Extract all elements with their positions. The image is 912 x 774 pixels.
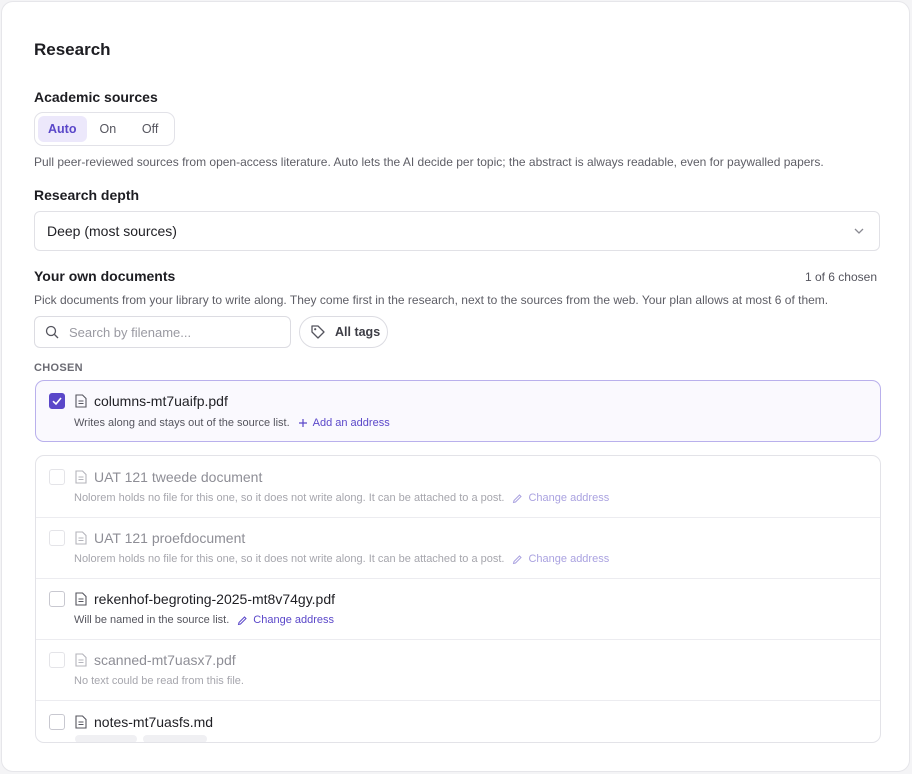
document-name: UAT 121 tweede document xyxy=(94,469,263,485)
file-icon xyxy=(75,394,87,408)
option-off[interactable]: Off xyxy=(129,116,171,142)
academic-sources-help: Pull peer-reviewed sources from open-acc… xyxy=(34,155,824,169)
search-box xyxy=(34,316,291,348)
document-checkbox xyxy=(49,469,65,485)
research-depth-label: Research depth xyxy=(34,187,140,203)
file-icon xyxy=(75,470,87,484)
research-depth-select[interactable]: Deep (most sources) xyxy=(34,211,880,251)
chevron-down-icon xyxy=(854,228,864,234)
search-input[interactable] xyxy=(69,324,269,340)
all-tags-label: All tags xyxy=(335,325,381,339)
change-address-label: Change address xyxy=(253,614,335,626)
document-name: scanned-mt7uasx7.pdf xyxy=(94,652,236,668)
document-list: UAT 121 tweede document Nolorem holds no… xyxy=(35,455,881,743)
chosen-document: columns-mt7uaifp.pdf Writes along and st… xyxy=(35,380,881,442)
own-documents-help: Pick documents from your library to writ… xyxy=(34,293,829,307)
document-name: UAT 121 proefdocument xyxy=(94,530,246,546)
file-icon xyxy=(75,653,87,667)
document-checkbox[interactable] xyxy=(49,714,65,730)
list-item[interactable]: UAT 121 proefdocument Nolorem holds no f… xyxy=(36,517,880,579)
change-address-label: Change address xyxy=(528,553,610,565)
option-on[interactable]: On xyxy=(89,116,128,142)
document-note: Writes along and stays out of the source… xyxy=(74,417,390,429)
document-note: No text could be read from this file. xyxy=(74,675,244,687)
document-checkbox xyxy=(49,652,65,668)
tag-icon xyxy=(311,325,325,339)
list-item[interactable]: scanned-mt7uasx7.pdf No text could be re… xyxy=(36,639,880,701)
tag-placeholder xyxy=(75,735,137,742)
chosen-heading: CHOSEN xyxy=(34,362,83,374)
document-note: Will be named in the source list. Change… xyxy=(74,614,334,626)
document-note-text: Nolorem holds no file for this one, so i… xyxy=(74,492,505,504)
academic-sources-label: Academic sources xyxy=(34,89,158,105)
file-icon xyxy=(75,531,87,545)
document-checkbox xyxy=(49,530,65,546)
change-address-link[interactable]: Change address xyxy=(237,614,334,626)
change-address-link[interactable]: Change address xyxy=(512,553,609,565)
pencil-icon xyxy=(513,493,523,503)
add-address-link[interactable]: Add an address xyxy=(298,417,390,429)
list-item[interactable]: UAT 121 tweede document Nolorem holds no… xyxy=(36,456,880,518)
pencil-icon xyxy=(238,615,248,625)
document-checkbox[interactable] xyxy=(49,591,65,607)
research-settings-card: Research Academic sources Auto On Off Pu… xyxy=(1,1,910,772)
change-address-label: Change address xyxy=(528,492,610,504)
list-item[interactable]: rekenhof-begroting-2025-mt8v74gy.pdf Wil… xyxy=(36,578,880,640)
add-address-label: Add an address xyxy=(312,417,390,429)
chosen-count: 1 of 6 chosen xyxy=(804,270,877,284)
document-name: rekenhof-begroting-2025-mt8v74gy.pdf xyxy=(94,591,336,607)
plus-icon xyxy=(298,419,307,427)
document-note-text: Nolorem holds no file for this one, so i… xyxy=(74,553,505,565)
list-item[interactable]: notes-mt7uasfs.md xyxy=(36,701,880,742)
file-icon xyxy=(75,592,87,606)
document-checkbox[interactable] xyxy=(49,393,65,409)
option-auto[interactable]: Auto xyxy=(38,116,87,142)
document-note: Nolorem holds no file for this one, so i… xyxy=(74,553,609,565)
tag-placeholder xyxy=(143,735,207,742)
all-tags-button[interactable]: All tags xyxy=(299,316,388,348)
document-note-text: No text could be read from this file. xyxy=(74,675,244,687)
pencil-icon xyxy=(513,554,523,564)
research-depth-value: Deep (most sources) xyxy=(47,223,177,239)
document-name: notes-mt7uasfs.md xyxy=(94,714,214,730)
check-icon xyxy=(52,397,62,406)
page-title: Research xyxy=(34,40,111,59)
document-note-text: Will be named in the source list. xyxy=(74,614,230,626)
document-note-text: Writes along and stays out of the source… xyxy=(74,417,290,429)
change-address-link[interactable]: Change address xyxy=(512,492,609,504)
file-icon xyxy=(75,715,87,729)
search-icon xyxy=(45,325,59,339)
document-note: Nolorem holds no file for this one, so i… xyxy=(74,492,609,504)
own-documents-label: Your own documents xyxy=(34,268,176,284)
academic-sources-toggle: Auto On Off xyxy=(34,112,175,146)
document-name: columns-mt7uaifp.pdf xyxy=(94,393,228,409)
